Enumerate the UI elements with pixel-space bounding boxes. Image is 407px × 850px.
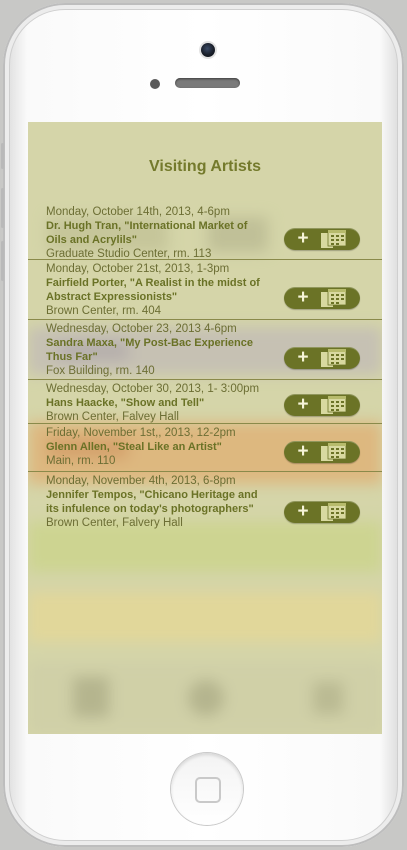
home-square-icon: [195, 777, 221, 803]
add-to-calendar-button[interactable]: +: [284, 394, 360, 416]
plus-icon: +: [297, 394, 309, 415]
event-details: Friday, November 1st,, 2013, 12-2pm Glen…: [46, 426, 261, 468]
calendar-icon: [320, 289, 346, 307]
event-date: Wednesday, October 23, 2013 4-6pm: [46, 323, 237, 335]
event-details: Wednesday, October 30, 2013, 1- 3:00pm H…: [46, 382, 261, 424]
list-item: Monday, October 21st, 2013, 1-3pm Fairfi…: [28, 259, 382, 320]
list-item: Monday, October 14th, 2013, 4-6pm Dr. Hu…: [28, 202, 382, 260]
event-date: Friday, November 1st,, 2013, 12-2pm: [46, 427, 236, 439]
add-to-calendar-button[interactable]: +: [284, 287, 360, 309]
list-item: Wednesday, October 23, 2013 4-6pm Sandra…: [28, 319, 382, 380]
plus-icon: +: [297, 347, 309, 368]
mute-switch: [1, 143, 4, 169]
add-to-calendar-button[interactable]: +: [284, 347, 360, 369]
event-location: Main, rm. 110: [46, 455, 116, 467]
event-list-panel: Visiting Artists Monday, October 14th, 2…: [28, 122, 382, 734]
home-button[interactable]: [171, 753, 243, 825]
list-item: Friday, November 1st,, 2013, 12-2pm Glen…: [28, 423, 382, 472]
event-date: Wednesday, October 30, 2013, 1- 3:00pm: [46, 383, 260, 395]
plus-icon: +: [297, 441, 309, 462]
list-item: Wednesday, October 30, 2013, 1- 3:00pm H…: [28, 379, 382, 424]
app-screen: Visiting Artists Monday, October 14th, 2…: [28, 122, 382, 734]
earpiece-speaker: [175, 78, 240, 88]
add-to-calendar-button[interactable]: +: [284, 441, 360, 463]
event-title: Dr. Hugh Tran, "International Market of …: [46, 220, 248, 246]
event-date: Monday, November 4th, 2013, 6-8pm: [46, 475, 236, 487]
event-details: Monday, October 14th, 2013, 4-6pm Dr. Hu…: [46, 205, 261, 261]
volume-up-button: [1, 188, 4, 228]
volume-down-button: [1, 241, 4, 281]
calendar-icon: [320, 349, 346, 367]
event-date: Monday, October 21st, 2013, 1-3pm: [46, 263, 230, 275]
event-details: Monday, November 4th, 2013, 6-8pm Jennif…: [46, 474, 261, 530]
event-location: Brown Center, rm. 404: [46, 305, 162, 317]
plus-icon: +: [297, 501, 309, 522]
event-location: Brown Center, Falvey Hall: [46, 411, 179, 423]
event-date: Monday, October 14th, 2013, 4-6pm: [46, 206, 230, 218]
plus-icon: +: [297, 228, 309, 249]
list-item: Monday, November 4th, 2013, 6-8pm Jennif…: [28, 471, 382, 537]
event-location: Brown Center, Falvery Hall: [46, 517, 183, 529]
event-title: Fairfield Porter, "A Realist in the mids…: [46, 277, 260, 303]
plus-icon: +: [297, 287, 309, 308]
add-to-calendar-button[interactable]: +: [284, 501, 360, 523]
event-title: Hans Haacke, "Show and Tell": [46, 397, 205, 409]
event-details: Monday, October 21st, 2013, 1-3pm Fairfi…: [46, 262, 261, 318]
calendar-icon: [320, 230, 346, 248]
page-title: Visiting Artists: [148, 158, 262, 175]
add-to-calendar-button[interactable]: +: [284, 228, 360, 250]
calendar-icon: [320, 443, 346, 461]
event-details: Wednesday, October 23, 2013 4-6pm Sandra…: [46, 322, 261, 378]
calendar-icon: [320, 396, 346, 414]
proximity-sensor: [150, 79, 160, 89]
event-title: Sandra Maxa, "My Post-Bac Experience Thu…: [46, 337, 253, 363]
calendar-icon: [320, 503, 346, 521]
event-title: Jennifer Tempos, "Chicano Heritage and i…: [46, 489, 258, 515]
event-title: Glenn Allen, "Steal Like an Artist": [46, 441, 222, 453]
event-location: Fox Building, rm. 140: [46, 365, 155, 377]
front-camera-icon: [201, 43, 215, 57]
